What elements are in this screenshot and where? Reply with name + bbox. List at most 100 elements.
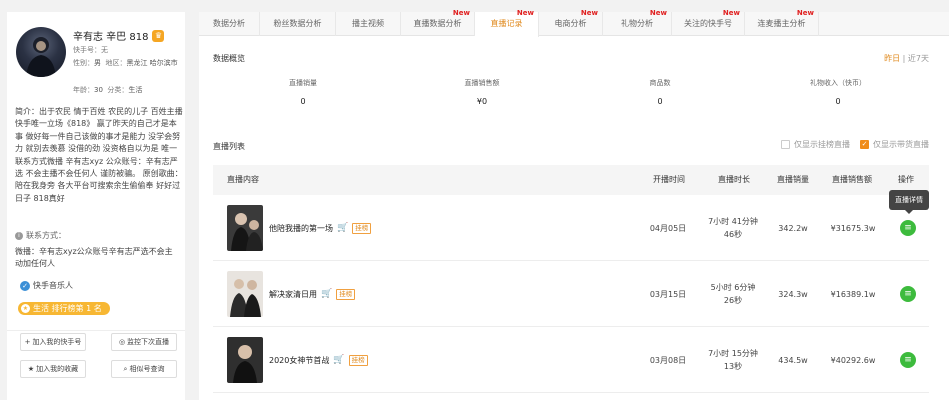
tab-label: 礼物分析 [621, 19, 653, 28]
duration-seconds: 13秒 [723, 362, 743, 371]
filter-goods-label: 仅显示带货直播 [873, 140, 929, 149]
hanging-tag: 挂榜 [348, 354, 368, 366]
live-thumbnail[interactable] [227, 205, 263, 251]
new-badge: New [796, 9, 814, 17]
duration: 5小时 6分钟 26秒 [708, 261, 758, 327]
add-favorite-button[interactable]: ★ 加入我的收藏 [20, 360, 86, 378]
tab-mic-analysis[interactable]: 连麦播主分析 New [745, 9, 819, 36]
verified-check-icon: ✓ [20, 280, 30, 291]
live-title-text[interactable]: 他陪我播的第一场 [269, 223, 333, 234]
filter-hanging-label: 仅显示挂榜直播 [794, 140, 850, 149]
plus-icon: + [24, 338, 31, 346]
category-value: 生活 [128, 86, 143, 94]
list-filters: 仅显示挂榜直播 ✓ 仅显示带货直播 [781, 139, 929, 150]
table-row: 解决家清日用 🛒 挂榜 03月15日 5小时 6分钟 26秒 324.3w ¥1… [213, 261, 929, 327]
tab-label: 关注的快手号 [684, 19, 732, 28]
tab-live-records[interactable]: 直播记录 New [475, 9, 539, 37]
stat-value: 0 [835, 97, 841, 106]
stat-label: 商品数 [649, 79, 671, 87]
filter-hanging-only[interactable]: 仅显示挂榜直播 [781, 139, 850, 150]
new-badge: New [580, 9, 598, 17]
similar-search-button[interactable]: ⌕ 相似号查询 [111, 360, 177, 378]
detail-tooltip: 直播详情 [889, 190, 929, 214]
range-separator: | [902, 54, 906, 63]
start-date: 04月05日 [649, 223, 687, 233]
rank-star-icon: ★ [21, 304, 30, 313]
gender-value: 男 [94, 59, 101, 67]
stat-value: ¥0 [476, 97, 488, 106]
verified-tag-text: 快手音乐人 [33, 281, 73, 290]
sales-value: 342.2w [778, 223, 808, 233]
sales-value: 434.5w [778, 355, 808, 365]
tab-label: 直播数据分析 [413, 19, 462, 28]
detail-button[interactable]: ≡ [900, 286, 916, 302]
verified-tag: ✓ 快手音乐人 [20, 280, 73, 291]
tab-fans-analysis[interactable]: 粉丝数据分析 [260, 12, 336, 36]
range-7days[interactable]: 近7天 [908, 54, 929, 63]
range-yesterday[interactable]: 昨日 [884, 54, 900, 63]
header-content: 直播内容 [227, 175, 259, 184]
region-label: 地区： [105, 59, 127, 67]
rank-badge[interactable]: ★ 生活 排行榜第 1 名 [18, 302, 110, 315]
add-my-kuaishou-button[interactable]: + 加入我的快手号 [20, 333, 86, 351]
live-title: 解决家清日用 🛒 挂榜 [269, 261, 356, 327]
detail-button[interactable]: ≡ [900, 220, 916, 236]
revenue-value: ¥31675.3w [830, 223, 876, 233]
tab-gift-analysis[interactable]: 礼物分析 New [603, 9, 672, 36]
profile-name: 辛有志 辛巴 818 ♛ [73, 28, 165, 43]
tab-label: 播主视频 [352, 19, 384, 28]
duration: 7小时 15分钟 13秒 [708, 327, 758, 393]
revenue-value: ¥16389.1w [830, 289, 876, 299]
checkbox-icon[interactable] [781, 140, 790, 149]
tab-following[interactable]: 关注的快手号 New [672, 9, 745, 36]
checkbox-checked-icon[interactable]: ✓ [860, 140, 869, 149]
live-title-text[interactable]: 2020女神节首战 [269, 355, 329, 366]
profile-panel: 辛有志 辛巴 818 ♛ 快手号：无 性别：男 地区：黑龙江 哈尔滨市 年龄：3… [7, 12, 185, 400]
detail-button[interactable]: ≡ [900, 352, 916, 368]
age-category: 年龄：30 分类：生活 [73, 85, 142, 96]
new-badge: New [649, 9, 667, 17]
search-icon: ⌕ [123, 364, 128, 373]
table-row: 他陪我播的第一场 🛒 挂榜 04月05日 7小时 41分钟 46秒 342.2w… [213, 195, 929, 261]
tab-label: 电商分析 [554, 19, 587, 28]
hanging-tag: 挂榜 [336, 288, 356, 300]
stat-live-revenue: 直播销售额 ¥0 [392, 78, 572, 106]
header-duration: 直播时长 [718, 175, 750, 184]
duration-seconds: 26秒 [723, 296, 743, 305]
cart-icon: 🛒 [321, 289, 333, 299]
tab-live-data-analysis[interactable]: 直播数据分析 New [401, 9, 475, 36]
tab-ecommerce-analysis[interactable]: 电商分析 New [539, 9, 603, 36]
duration-main: 7小时 41分钟 [708, 217, 758, 226]
stat-gift-income: 礼物收入（快币） 0 [748, 78, 928, 106]
filter-goods-only[interactable]: ✓ 仅显示带货直播 [860, 139, 929, 150]
duration-main: 5小时 6分钟 [710, 283, 756, 292]
live-thumbnail[interactable] [227, 271, 263, 317]
similar-search-label: 相似号查询 [129, 365, 165, 373]
contact-label-text: 联系方式： [26, 231, 66, 240]
duration-main: 7小时 15分钟 [708, 349, 758, 358]
stat-label: 直播销售额 [464, 79, 500, 87]
divider [7, 330, 185, 331]
monitor-icon: ◎ [118, 338, 126, 346]
gender-label: 性别： [73, 59, 94, 67]
tab-creator-videos[interactable]: 播主视频 [336, 12, 401, 36]
start-date: 03月15日 [649, 289, 687, 299]
stat-product-count: 商品数 0 [570, 78, 750, 106]
monitor-next-live-button[interactable]: ◎ 监控下次直播 [111, 333, 177, 351]
header-revenue: 直播销售额 [832, 175, 872, 184]
tab-data-analysis[interactable]: 数据分析 [199, 12, 260, 36]
duration: 7小时 41分钟 46秒 [708, 195, 758, 261]
live-list-title: 直播列表 [213, 142, 245, 151]
live-thumbnail[interactable] [227, 337, 263, 383]
stat-label: 礼物收入（快币） [810, 79, 866, 87]
live-title-text[interactable]: 解决家清日用 [269, 289, 317, 300]
duration-seconds: 46秒 [723, 230, 743, 239]
date-range: 昨日 | 近7天 [884, 53, 929, 64]
profile-name-text: 辛有志 辛巴 818 [73, 32, 149, 43]
tab-bar: 数据分析 粉丝数据分析 播主视频 直播数据分析 New 直播记录 New 电商分析 N… [199, 9, 949, 37]
hanging-tag: 挂榜 [352, 222, 372, 234]
avatar[interactable] [16, 27, 66, 77]
monitor-next-live-label: 监控下次直播 [127, 338, 170, 346]
age-value: 30 [94, 86, 103, 94]
stat-value: 0 [657, 97, 663, 106]
